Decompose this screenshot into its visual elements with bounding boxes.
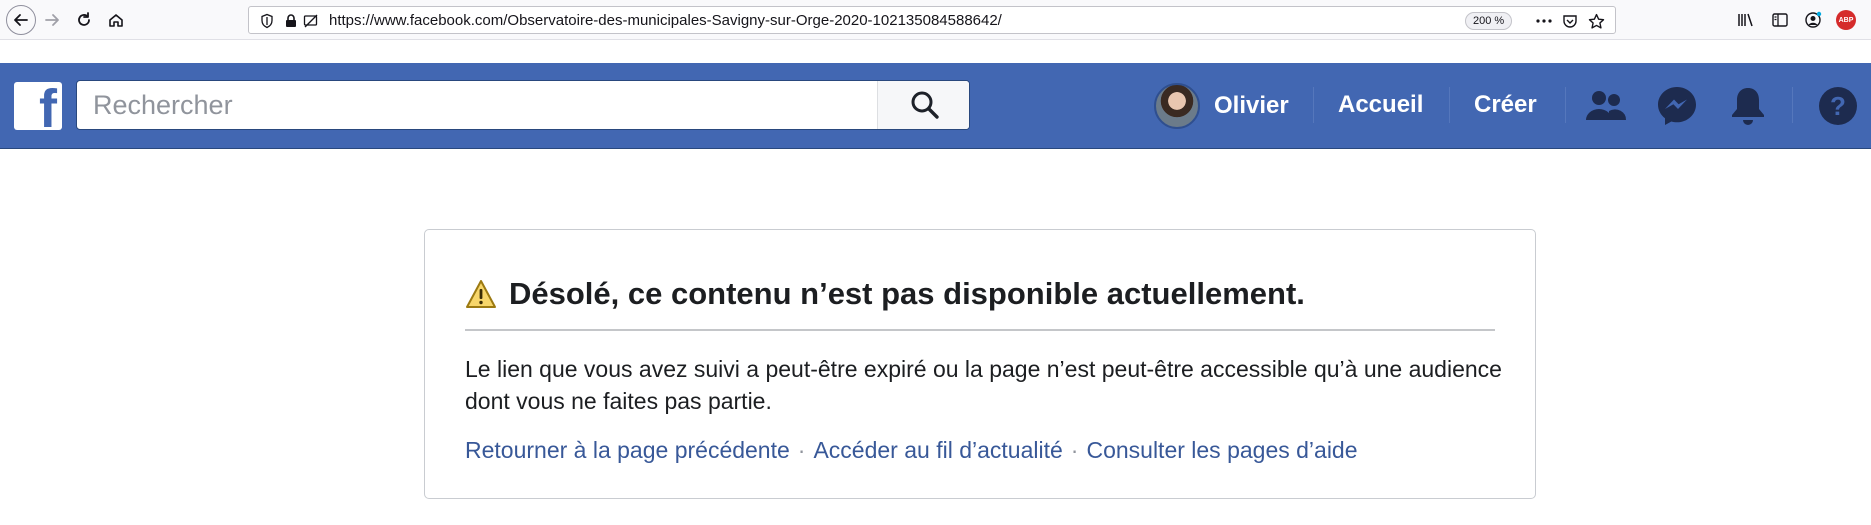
create-link[interactable]: Créer: [1474, 91, 1537, 119]
permissions-icon[interactable]: [303, 13, 319, 29]
back-icon: [14, 14, 28, 26]
forward-icon: [45, 14, 59, 26]
lock-icon[interactable]: [283, 13, 299, 29]
profile-link[interactable]: Olivier: [1154, 81, 1289, 131]
nav-divider: [1792, 87, 1793, 123]
profile-name: Olivier: [1214, 92, 1289, 119]
forward-button[interactable]: [38, 6, 66, 34]
error-message: Le lien que vous avez suivi a peut-être …: [465, 356, 1502, 414]
nav-divider: [1449, 87, 1450, 123]
svg-text:?: ?: [1830, 91, 1846, 121]
star-icon[interactable]: [1587, 12, 1605, 30]
friends-icon[interactable]: [1583, 83, 1629, 129]
facebook-logo[interactable]: f: [14, 82, 62, 130]
search-input[interactable]: [77, 81, 877, 129]
sidebar-icon[interactable]: [1771, 11, 1789, 29]
notifications-icon[interactable]: [1725, 83, 1771, 129]
help-pages-link[interactable]: Consulter les pages d’aide: [1086, 437, 1357, 463]
error-links: Retourner à la page précédente · Accéder a…: [465, 437, 1358, 464]
news-feed-link[interactable]: Accéder au fil d’actualité: [813, 437, 1062, 463]
home-icon: [109, 14, 123, 27]
url-bar[interactable]: https://www.facebook.com/Observatoire-de…: [248, 6, 1616, 34]
error-card: Désolé, ce contenu n’est pas disponible …: [424, 229, 1536, 499]
library-icon[interactable]: [1737, 11, 1755, 29]
avatar: [1154, 83, 1200, 129]
divider: [465, 329, 1495, 331]
error-title: Désolé, ce contenu n’est pas disponible …: [509, 276, 1305, 311]
help-icon[interactable]: ?: [1815, 83, 1861, 129]
url-text[interactable]: https://www.facebook.com/Observatoire-de…: [329, 12, 1002, 29]
shield-icon[interactable]: [259, 13, 275, 29]
warning-icon: [466, 280, 496, 308]
zoom-level-badge[interactable]: 200 %: [1465, 12, 1513, 30]
browser-toolbar: https://www.facebook.com/Observatoire-de…: [0, 0, 1871, 40]
account-icon[interactable]: [1804, 11, 1822, 29]
adblock-icon[interactable]: ABP: [1836, 10, 1856, 30]
nav-divider: [1565, 87, 1566, 123]
messenger-icon[interactable]: [1654, 83, 1700, 129]
nav-divider: [1313, 87, 1314, 123]
back-button[interactable]: [6, 5, 36, 35]
pocket-icon[interactable]: [1561, 12, 1579, 30]
home-link[interactable]: Accueil: [1338, 91, 1423, 119]
reload-button[interactable]: [70, 6, 98, 34]
home-button[interactable]: [102, 6, 130, 34]
facebook-logo-glyph: f: [39, 82, 57, 130]
facebook-header: f Olivier Accueil Créer ?: [0, 63, 1871, 149]
search-box: [76, 80, 970, 130]
search-button[interactable]: [877, 81, 969, 129]
link-separator: ·: [1070, 437, 1079, 463]
link-separator: ·: [797, 437, 806, 463]
error-heading: Désolé, ce contenu n’est pas disponible …: [465, 276, 1305, 312]
more-icon[interactable]: [1535, 12, 1553, 30]
search-icon: [911, 91, 939, 119]
back-link[interactable]: Retourner à la page précédente: [465, 437, 790, 463]
reload-icon: [78, 12, 90, 26]
